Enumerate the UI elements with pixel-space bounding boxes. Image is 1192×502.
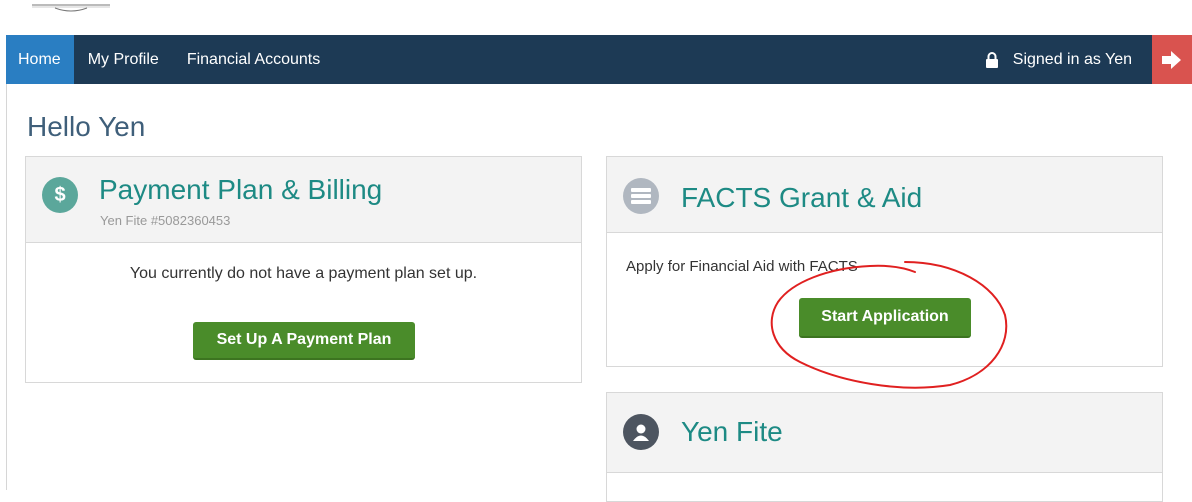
nav-financial-accounts[interactable]: Financial Accounts [173, 35, 334, 84]
payment-plan-panel-header: $ Payment Plan & Billing Yen Fite #50823… [26, 157, 581, 243]
profile-panel: Yen Fite [606, 392, 1163, 502]
signed-in-indicator[interactable]: Signed in as Yen [985, 51, 1152, 69]
user-icon [623, 414, 659, 450]
start-application-button[interactable]: Start Application [799, 298, 971, 338]
signed-in-label: Signed in as Yen [1012, 50, 1132, 68]
logout-button[interactable] [1152, 35, 1192, 84]
grant-aid-panel-header: FACTS Grant & Aid [607, 157, 1162, 233]
lock-icon [985, 51, 998, 68]
nav-home[interactable]: Home [6, 35, 74, 84]
server-icon [623, 178, 659, 214]
payment-plan-message: You currently do not have a payment plan… [129, 265, 478, 282]
payment-plan-panel: $ Payment Plan & Billing Yen Fite #50823… [25, 156, 582, 383]
nav-home-label: Home [18, 50, 61, 68]
nav-right-section: Signed in as Yen [985, 35, 1192, 84]
grant-aid-title: FACTS Grant & Aid [681, 182, 923, 213]
set-up-payment-plan-label: Set Up A Payment Plan [216, 331, 392, 348]
page-title: Hello Yen [27, 111, 146, 142]
start-application-label: Start Application [821, 308, 949, 325]
grant-aid-message: Apply for Financial Aid with FACTS [626, 258, 858, 275]
nav-my-profile[interactable]: My Profile [74, 35, 173, 84]
nav-financial-accounts-label: Financial Accounts [186, 50, 321, 68]
grant-aid-panel: FACTS Grant & Aid Apply for Financial Ai… [606, 156, 1163, 367]
set-up-payment-plan-button[interactable]: Set Up A Payment Plan [193, 322, 415, 360]
nav-my-profile-label: My Profile [87, 50, 159, 68]
top-navbar: Home My Profile Financial Accounts Signe… [6, 35, 1192, 84]
account-number: Yen Fite #5082360453 [100, 213, 231, 228]
profile-name: Yen Fite [681, 416, 783, 447]
dollar-icon: $ [42, 177, 78, 213]
sign-out-icon [1162, 50, 1181, 69]
profile-panel-header: Yen Fite [607, 393, 1162, 473]
page-left-border [6, 84, 7, 490]
payment-plan-title: Payment Plan & Billing [99, 174, 383, 205]
school-logo [32, 4, 110, 12]
